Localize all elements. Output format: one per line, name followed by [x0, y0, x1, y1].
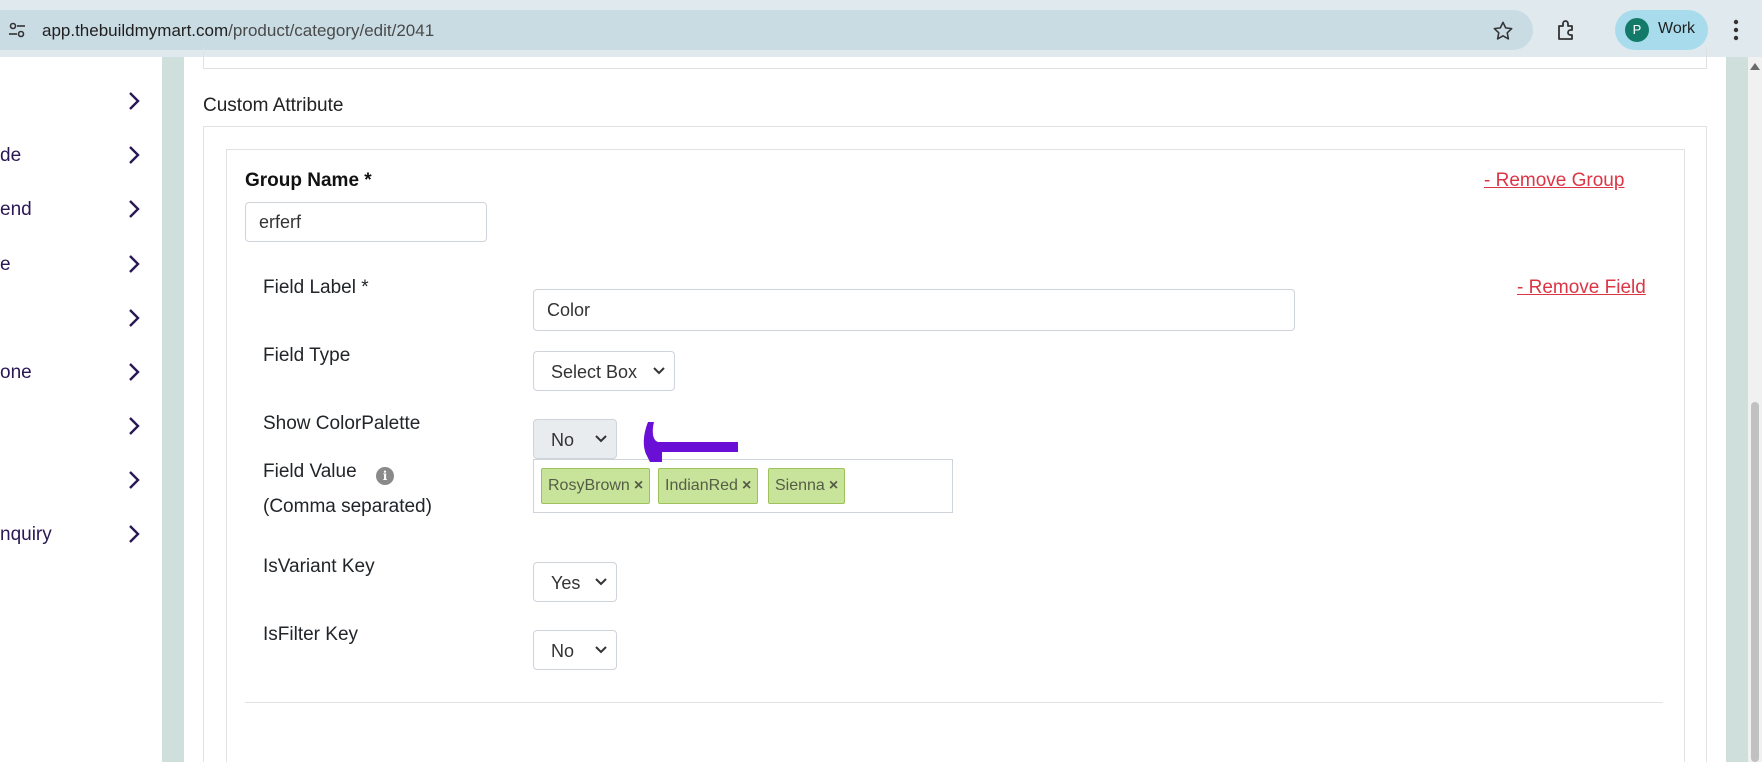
profile-name: Work	[1658, 20, 1696, 37]
isvariant-key-label: IsVariant Key	[263, 556, 375, 577]
isvariant-key-value: Yes	[551, 573, 581, 593]
sidebar-item-4[interactable]: e	[0, 250, 150, 280]
tag-label: RosyBrown	[548, 477, 630, 494]
chevron-right-icon	[129, 417, 140, 435]
chevron-right-icon	[129, 363, 140, 381]
profile-button[interactable]: P Work	[1615, 10, 1708, 50]
sidebar-item-label: de	[0, 145, 22, 166]
sidebar-item-6[interactable]: one	[0, 358, 150, 388]
field-value-hint: (Comma separated)	[263, 496, 432, 517]
tag-item: IndianRed ×	[658, 468, 759, 504]
isfilter-key-value: No	[551, 641, 575, 661]
vertical-scrollbar[interactable]	[1748, 57, 1762, 762]
field-type-label: Field Type	[263, 345, 351, 366]
chevron-right-icon	[129, 255, 140, 273]
isfilter-key-select[interactable]: No	[533, 630, 617, 670]
remove-field-link[interactable]: - Remove Field	[1517, 277, 1646, 299]
url-text[interactable]: app.thebuildmymart.com/product/category/…	[42, 21, 434, 41]
sidebar-item-label: end	[0, 199, 32, 220]
sidebar-item-5[interactable]	[0, 304, 150, 334]
field-value-label: Field Value	[263, 461, 357, 482]
url-path: /product/category/edit/2041	[228, 21, 435, 40]
chevron-right-icon	[129, 92, 140, 110]
section-title: Custom Attribute	[203, 95, 344, 116]
content-gutter-left	[162, 57, 184, 762]
chevron-right-icon	[129, 200, 140, 218]
sidebar: de end e one nquiry	[0, 57, 162, 762]
sidebar-item-1[interactable]	[0, 87, 150, 117]
remove-group-link[interactable]: - Remove Group	[1484, 170, 1624, 192]
main-content: Custom Attribute Group Name * - Remove G…	[184, 47, 1726, 762]
sidebar-item-3[interactable]: end	[0, 195, 150, 225]
sidebar-item-8[interactable]	[0, 466, 150, 496]
scrollbar-thumb[interactable]	[1751, 402, 1759, 762]
tag-label: IndianRed	[665, 477, 738, 494]
isfilter-key-label: IsFilter Key	[263, 624, 359, 645]
show-colorpalette-value: No	[551, 430, 575, 450]
group-name-input[interactable]	[245, 202, 487, 242]
field-type-select[interactable]: Select Box	[533, 351, 675, 391]
scroll-up-icon[interactable]	[1750, 63, 1760, 70]
sidebar-item-2[interactable]: de	[0, 141, 150, 171]
field-label-label: Field Label *	[263, 277, 369, 298]
chevron-down-icon	[595, 578, 607, 586]
sidebar-item-9[interactable]: nquiry	[0, 520, 150, 550]
annotation-arrow-icon	[643, 422, 738, 462]
tag-remove-icon[interactable]: ×	[634, 477, 643, 494]
tag-label: Sienna	[775, 477, 825, 494]
isvariant-key-select[interactable]: Yes	[533, 562, 617, 602]
url-domain: app.thebuildmymart.com	[42, 21, 229, 40]
chevron-right-icon	[129, 146, 140, 164]
show-colorpalette-select[interactable]: No	[533, 419, 617, 459]
address-bar[interactable]: app.thebuildmymart.com/product/category/…	[0, 10, 1533, 50]
tag-item: RosyBrown ×	[541, 468, 651, 504]
chevron-down-icon	[595, 646, 607, 654]
star-icon[interactable]	[1492, 20, 1514, 42]
sidebar-item-label: nquiry	[0, 524, 52, 545]
content-gutter-right	[1726, 57, 1748, 762]
sidebar-item-label: e	[0, 254, 11, 275]
show-colorpalette-label: Show ColorPalette	[263, 413, 421, 434]
tune-icon[interactable]	[8, 21, 26, 39]
sidebar-item-7[interactable]	[0, 412, 150, 442]
avatar: P	[1625, 18, 1649, 42]
previous-panel	[203, 47, 1707, 69]
chevron-right-icon	[129, 471, 140, 489]
field-value-tags-input[interactable]: RosyBrown × IndianRed × Sienna ×	[533, 459, 953, 513]
chevron-right-icon	[129, 525, 140, 543]
chevron-down-icon	[595, 435, 607, 443]
tag-remove-icon[interactable]: ×	[742, 477, 751, 494]
extensions-icon[interactable]	[1555, 18, 1579, 42]
field-label-input[interactable]	[533, 289, 1295, 331]
attribute-group-card: Group Name * - Remove Group Field Label …	[226, 149, 1685, 762]
tag-remove-icon[interactable]: ×	[829, 477, 838, 494]
sidebar-item-label: one	[0, 362, 32, 383]
divider	[245, 702, 1663, 703]
custom-attribute-card: Group Name * - Remove Group Field Label …	[203, 126, 1707, 762]
tag-item: Sienna ×	[768, 468, 846, 504]
more-vert-icon[interactable]	[1733, 19, 1739, 41]
group-name-label: Group Name *	[245, 170, 372, 191]
field-type-value: Select Box	[551, 362, 638, 382]
chevron-right-icon	[129, 309, 140, 327]
info-icon[interactable]: i	[376, 467, 394, 485]
chevron-down-icon	[653, 367, 665, 375]
